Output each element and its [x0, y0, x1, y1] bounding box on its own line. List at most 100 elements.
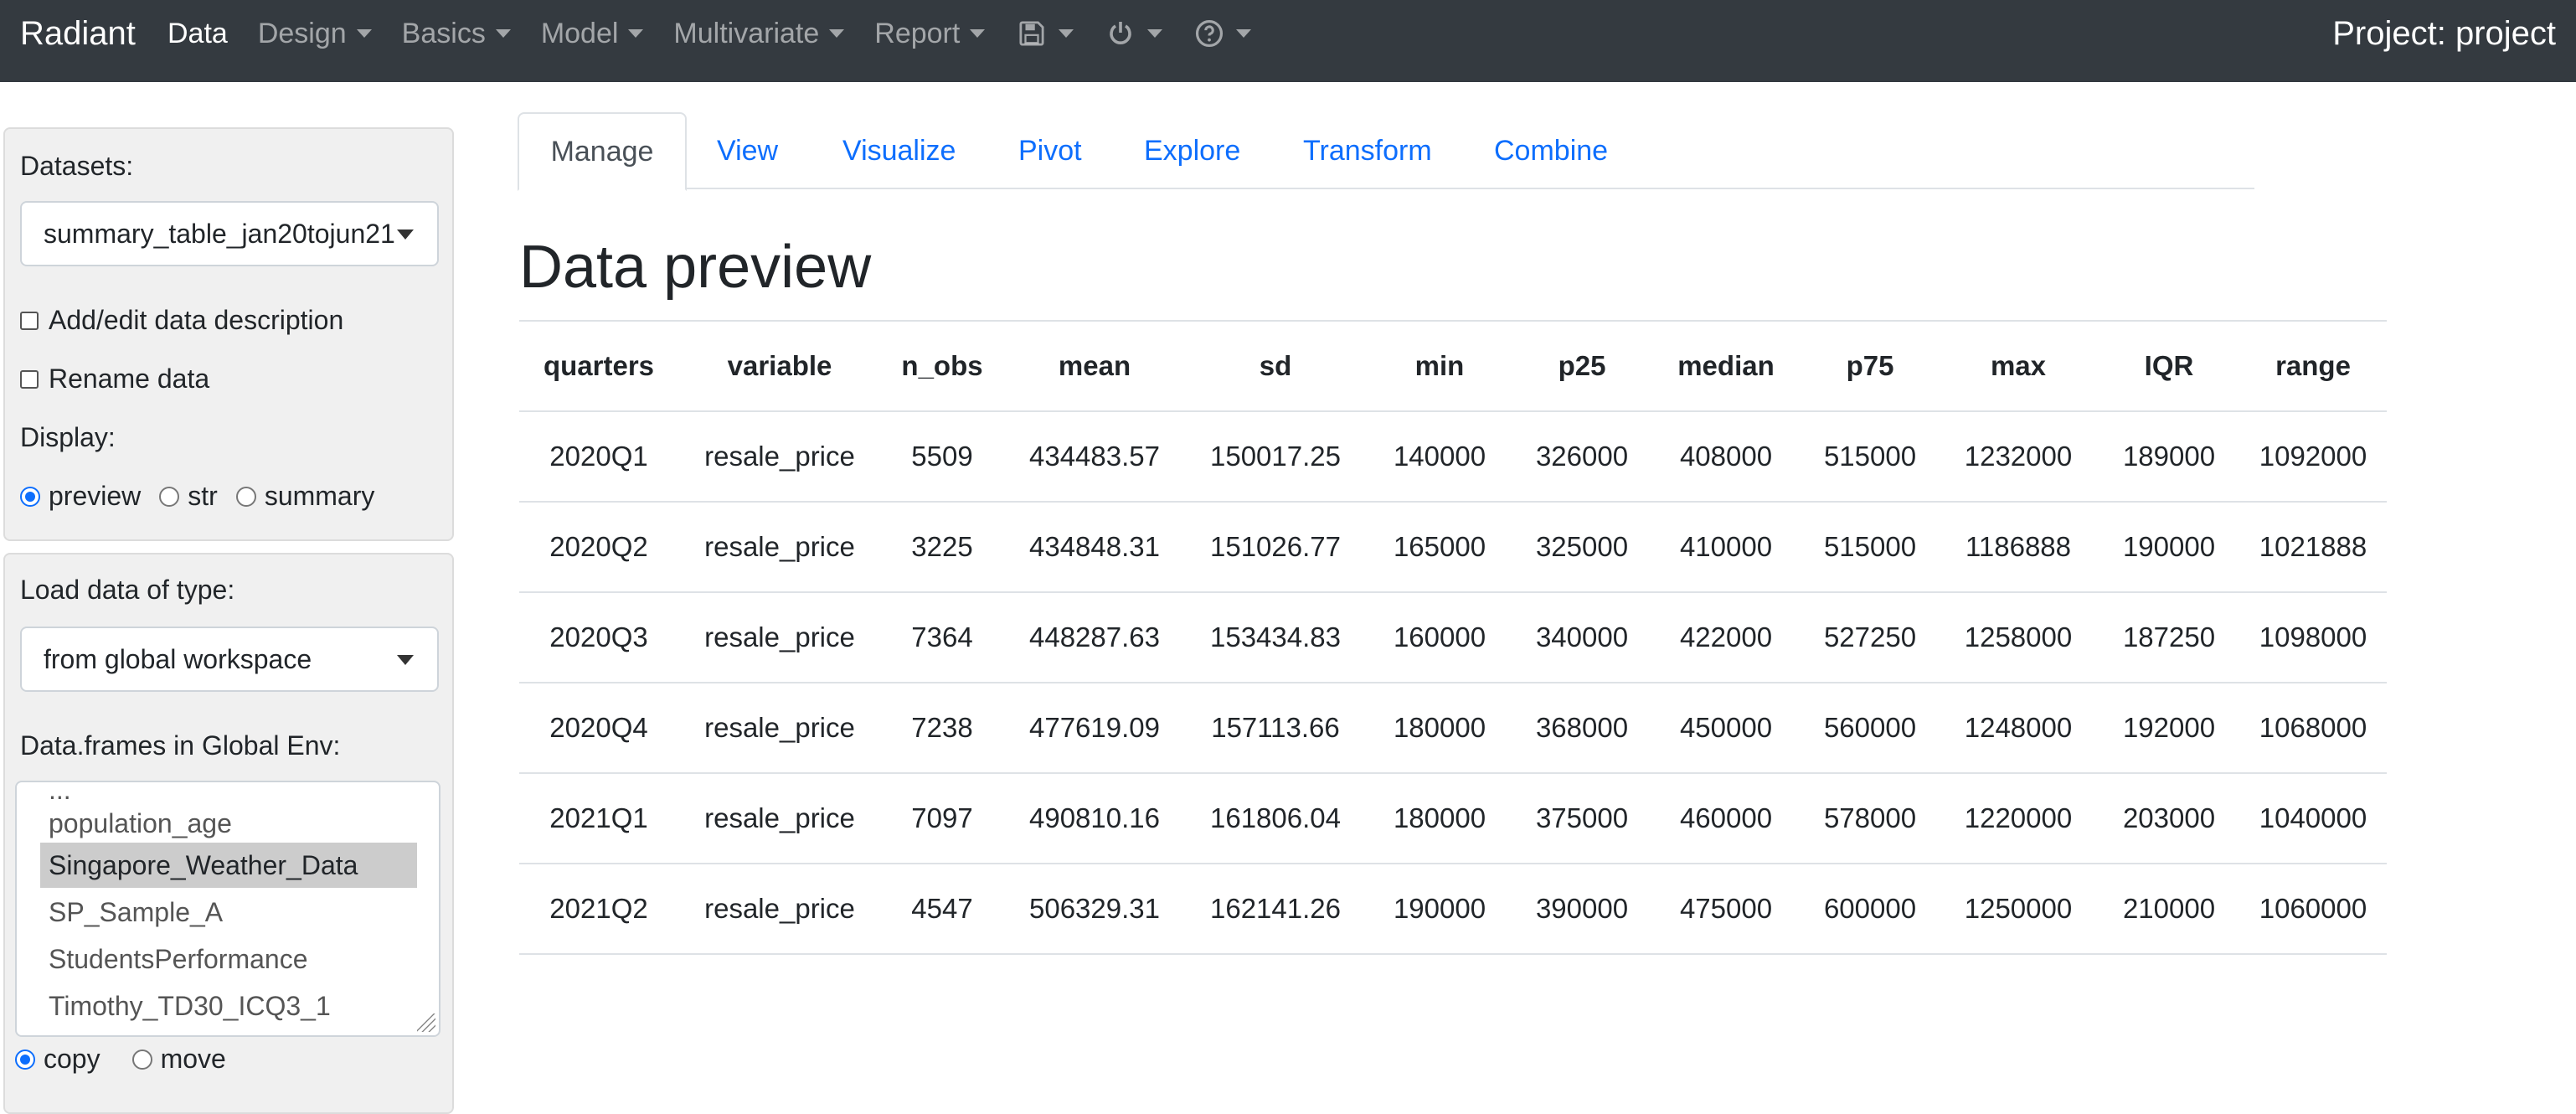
nav-item-report[interactable]: Report	[874, 17, 986, 50]
nav-item-save[interactable]	[1015, 17, 1074, 50]
tab-transform[interactable]: Transform	[1303, 112, 1432, 189]
radio-button[interactable]	[20, 486, 40, 507]
list-item[interactable]: population_age	[40, 801, 417, 846]
table-cell: 2020Q1	[519, 411, 678, 503]
dataframes-listbox[interactable]: ... population_age Singapore_Weather_Dat…	[15, 781, 440, 1037]
tab-pivot[interactable]: Pivot	[1018, 112, 1082, 189]
load-type-select[interactable]: from global workspace	[20, 627, 439, 692]
table-cell: 180000	[1365, 773, 1514, 864]
table-cell: 165000	[1365, 502, 1514, 593]
column-header[interactable]: variable	[678, 320, 881, 412]
tab-visualize[interactable]: Visualize	[842, 112, 956, 189]
table-cell: resale_price	[678, 411, 881, 503]
nav-item-power[interactable]	[1104, 17, 1163, 50]
column-header[interactable]: max	[1938, 320, 2099, 412]
nav-item-help[interactable]	[1193, 17, 1252, 50]
nav-item-label: Basics	[401, 17, 486, 49]
tab-explore[interactable]: Explore	[1144, 112, 1240, 189]
table-cell: 1021888	[2239, 502, 2387, 593]
table-cell: 2020Q3	[519, 592, 678, 683]
option-copy[interactable]: copy	[15, 1044, 100, 1075]
caret-down-icon	[970, 29, 986, 38]
tab-combine[interactable]: Combine	[1494, 112, 1608, 189]
table-cell: 190000	[1365, 864, 1514, 955]
table-cell: 180000	[1365, 683, 1514, 774]
page-title: Data preview	[519, 234, 872, 301]
resize-grip-icon[interactable]	[417, 1013, 435, 1032]
app-brand[interactable]: Radiant	[20, 0, 136, 67]
dataset-select[interactable]: summary_table_jan20tojun21	[20, 201, 439, 266]
table-cell: 1258000	[1938, 592, 2099, 683]
tab-view[interactable]: View	[717, 112, 778, 189]
table-cell: 410000	[1650, 502, 1802, 593]
table-cell: resale_price	[678, 773, 881, 864]
table-cell: 210000	[2099, 864, 2239, 955]
list-item[interactable]: SP_Sample_A	[40, 890, 417, 935]
table-cell: 2020Q2	[519, 502, 678, 593]
nav-item-design[interactable]: Design	[258, 18, 372, 50]
display-option-summary[interactable]: summary	[235, 481, 374, 512]
column-header[interactable]: sd	[1186, 320, 1365, 412]
table-cell: 326000	[1514, 411, 1650, 503]
table-cell: 190000	[2099, 502, 2239, 593]
rename-data-row[interactable]: Rename data	[20, 364, 209, 395]
column-header[interactable]: median	[1650, 320, 1802, 412]
radio-button[interactable]	[15, 1049, 35, 1070]
column-header[interactable]: quarters	[519, 320, 678, 412]
column-header[interactable]: p75	[1802, 320, 1938, 412]
caret-down-icon	[628, 29, 644, 38]
table-cell: 160000	[1365, 592, 1514, 683]
radio-button[interactable]	[131, 1049, 152, 1070]
radio-button[interactable]	[235, 486, 256, 507]
column-header[interactable]: min	[1365, 320, 1514, 412]
table-cell: 4547	[881, 864, 1003, 955]
table-cell: 408000	[1650, 411, 1802, 503]
datasets-label: Datasets:	[20, 151, 134, 181]
table-cell: 390000	[1514, 864, 1650, 955]
table-row: 2020Q4 resale_price 7238 477619.09 157113.66…	[519, 683, 2387, 774]
nav-menu: Data Design Basics Model Multivariate Re…	[167, 0, 1281, 67]
table-cell: 151026.77	[1186, 502, 1365, 593]
save-icon	[1015, 17, 1048, 50]
column-header[interactable]: range	[2239, 320, 2387, 412]
display-option-str[interactable]: str	[159, 481, 218, 512]
caret-down-icon	[1059, 29, 1074, 38]
list-item[interactable]: Timothy_TD30_ICQ3_1	[40, 983, 417, 1029]
table-cell: 3225	[881, 502, 1003, 593]
column-header[interactable]: p25	[1514, 320, 1650, 412]
rename-data-label: Rename data	[49, 364, 210, 394]
table-header-row: quarters variable n_obs mean sd min p25 …	[519, 320, 2387, 412]
nav-item-basics[interactable]: Basics	[402, 18, 511, 50]
nav-item-data[interactable]: Data	[167, 18, 228, 50]
table-cell: 1232000	[1938, 411, 2099, 503]
table-cell: 477619.09	[1003, 683, 1186, 774]
table-cell: 325000	[1514, 502, 1650, 593]
add-edit-description-checkbox[interactable]	[20, 311, 39, 330]
dataframes-label: Data.frames in Global Env:	[20, 730, 341, 761]
tab-manage[interactable]: Manage	[518, 112, 687, 191]
nav-item-label: Report	[874, 17, 961, 49]
display-label: Display:	[20, 422, 116, 452]
list-item-selected[interactable]: Singapore_Weather_Data	[40, 843, 417, 888]
radio-button[interactable]	[159, 486, 180, 507]
display-option-preview[interactable]: preview	[20, 481, 141, 512]
option-move[interactable]: move	[131, 1044, 226, 1075]
column-header[interactable]: mean	[1003, 320, 1186, 412]
table-cell: 600000	[1802, 864, 1938, 955]
top-navbar: Radiant Data Design Basics Model Multiva…	[0, 0, 2576, 82]
column-header[interactable]: n_obs	[881, 320, 1003, 412]
table-cell: 2021Q1	[519, 773, 678, 864]
table-cell: 1092000	[2239, 411, 2387, 503]
table-cell: resale_price	[678, 683, 881, 774]
table-cell: 515000	[1802, 502, 1938, 593]
column-header[interactable]: IQR	[2099, 320, 2239, 412]
list-item[interactable]: StudentsPerformance	[40, 936, 417, 982]
table-cell: 1040000	[2239, 773, 2387, 864]
nav-item-multivariate[interactable]: Multivariate	[673, 18, 845, 50]
rename-data-checkbox[interactable]	[20, 369, 39, 389]
table-cell: 1250000	[1938, 864, 2099, 955]
add-edit-description-row[interactable]: Add/edit data description	[20, 305, 343, 336]
table-cell: 2021Q2	[519, 864, 678, 955]
table-cell: 578000	[1802, 773, 1938, 864]
nav-item-model[interactable]: Model	[541, 18, 644, 50]
